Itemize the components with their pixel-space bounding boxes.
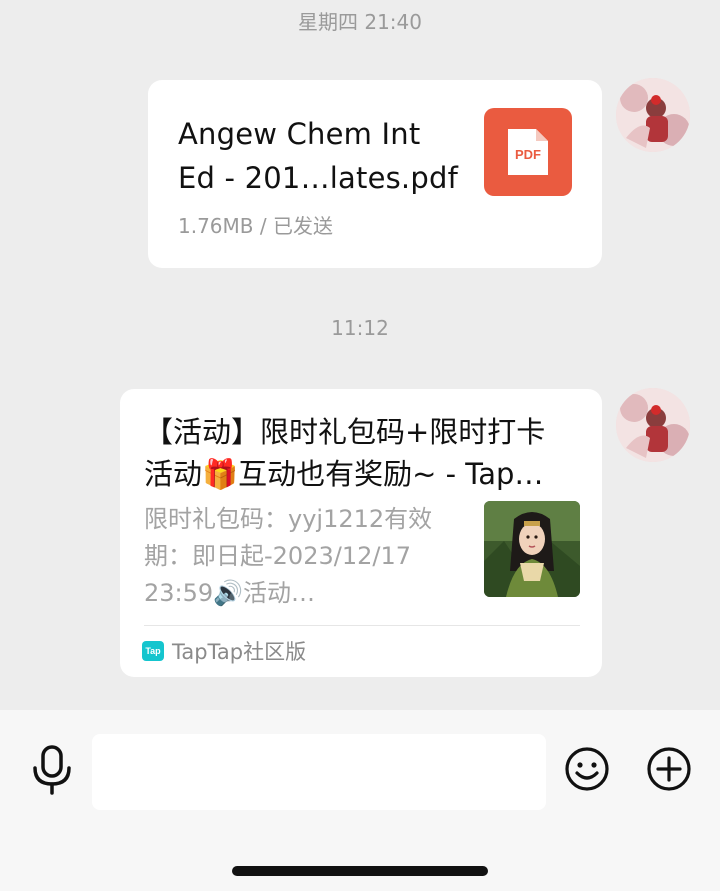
timestamp: 星期四 21:40 xyxy=(298,10,422,34)
input-bar xyxy=(0,710,720,891)
link-message-bubble[interactable]: 【活动】限时礼包码+限时打卡 活动🎁互动也有奖励~ - Tap… 限时礼包码：y… xyxy=(120,389,602,677)
smiley-icon[interactable] xyxy=(564,746,610,792)
avatar[interactable] xyxy=(616,388,690,462)
avatar[interactable] xyxy=(616,78,690,152)
home-indicator[interactable] xyxy=(232,866,488,876)
pdf-file-icon: PDF xyxy=(484,108,572,196)
file-message-bubble[interactable]: Angew Chem Int Ed - 201…lates.pdf 1.76MB… xyxy=(148,80,602,268)
link-thumbnail xyxy=(484,501,580,597)
link-source: Tap TapTap社区版 xyxy=(142,637,306,665)
link-title-line-2: 活动🎁互动也有奖励~ - Tap… xyxy=(144,457,544,491)
divider xyxy=(144,625,580,626)
link-source-label: TapTap社区版 xyxy=(172,640,307,664)
link-desc-line-2: 期：即日起-2023/12/17 xyxy=(144,542,411,570)
taptap-logo-icon: Tap xyxy=(142,641,164,661)
file-name-line-1: Angew Chem Int xyxy=(178,117,421,151)
file-name-line-2: Ed - 201…lates.pdf xyxy=(178,161,458,195)
file-name: Angew Chem Int Ed - 201…lates.pdf xyxy=(178,112,470,200)
file-size-status: 1.76MB / 已发送 xyxy=(178,214,333,238)
link-description: 限时礼包码：yyj1212有效 期：即日起-2023/12/17 23:59🔊活… xyxy=(144,501,444,612)
link-title: 【活动】限时礼包码+限时打卡 活动🎁互动也有奖励~ - Tap… xyxy=(144,411,584,495)
microphone-icon[interactable] xyxy=(30,744,74,796)
plus-circle-icon[interactable] xyxy=(646,746,692,792)
message-input[interactable] xyxy=(92,734,546,810)
timestamp: 11:12 xyxy=(331,316,389,340)
pdf-icon-label: PDF xyxy=(515,147,541,162)
link-desc-line-3: 23:59🔊活动… xyxy=(144,579,316,607)
link-desc-line-1: 限时礼包码：yyj1212有效 xyxy=(144,505,433,533)
link-title-line-1: 【活动】限时礼包码+限时打卡 xyxy=(144,415,546,449)
